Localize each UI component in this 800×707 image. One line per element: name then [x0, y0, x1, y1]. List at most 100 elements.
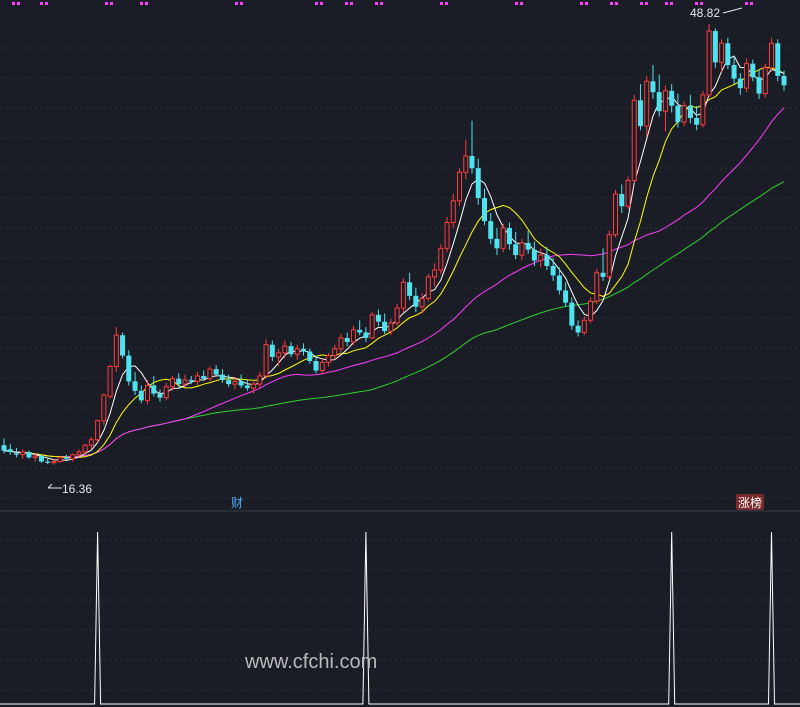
ma30-line — [3, 107, 785, 458]
candle — [444, 217, 450, 253]
candle — [588, 297, 594, 323]
candle — [20, 449, 26, 459]
candle-body — [606, 234, 612, 278]
marker-dot — [235, 2, 238, 5]
candle — [363, 327, 369, 343]
candle-body — [719, 42, 725, 63]
candle — [606, 230, 612, 280]
candle — [619, 184, 625, 214]
candle — [357, 320, 363, 336]
candle-body — [201, 375, 207, 379]
candle — [319, 358, 325, 375]
candle-body — [107, 365, 113, 397]
candle — [57, 456, 63, 463]
candle — [725, 37, 731, 70]
candle-body — [425, 276, 431, 300]
candle-body — [76, 451, 82, 456]
candle — [781, 70, 787, 91]
ma10-line — [3, 66, 785, 459]
candle-body — [182, 379, 188, 385]
event-marker-top-list[interactable]: 涨榜 — [736, 494, 764, 510]
candle-body — [613, 193, 619, 236]
candle — [101, 393, 107, 425]
candle-body — [188, 380, 194, 382]
low-annotation: 16.36 — [47, 482, 92, 496]
candle-body — [307, 351, 313, 362]
candle — [194, 371, 200, 386]
candle-body — [725, 43, 731, 66]
candle — [263, 339, 269, 379]
candle-body — [338, 337, 344, 350]
marker-dot — [615, 2, 618, 5]
candle — [457, 168, 463, 207]
candle-body — [244, 385, 250, 389]
candle — [238, 374, 244, 389]
candle — [625, 176, 631, 209]
candle-body — [163, 386, 169, 399]
candle-body — [750, 63, 756, 78]
marker-dot — [520, 2, 523, 5]
candle — [26, 450, 32, 459]
candle-body — [51, 460, 57, 464]
candle-body — [70, 454, 76, 460]
marker-dot — [350, 2, 353, 5]
candle — [325, 352, 331, 367]
candle — [594, 268, 600, 304]
candle-body — [706, 30, 712, 96]
candle-body — [251, 383, 257, 389]
candle-body — [350, 329, 356, 343]
candle-body — [82, 444, 88, 453]
candle-body — [469, 155, 475, 169]
candle — [288, 342, 294, 357]
event-marker-finance[interactable]: 财 — [231, 496, 243, 510]
candle-body — [444, 222, 450, 249]
candle — [469, 120, 475, 174]
candle-body — [32, 455, 38, 458]
candle — [719, 39, 725, 72]
high-annotation: 48.82 — [690, 6, 743, 20]
candle-body — [550, 265, 556, 276]
candle-body — [288, 346, 294, 355]
candle — [631, 94, 637, 184]
marker-dot — [105, 2, 108, 5]
candle-body — [95, 420, 101, 441]
marker-dot — [40, 2, 43, 5]
candle-body — [88, 439, 94, 446]
candle-body — [325, 355, 331, 363]
candle-body — [531, 249, 537, 261]
candle-body — [269, 344, 275, 357]
marker-dot — [585, 2, 588, 5]
candle — [313, 355, 319, 374]
candle — [282, 340, 288, 359]
candle — [95, 419, 101, 443]
candle-body — [219, 374, 225, 381]
event-marker-finance-label: 财 — [231, 496, 243, 510]
candle-body — [45, 461, 51, 463]
candle-body — [63, 457, 69, 459]
candle-body — [382, 321, 388, 332]
candle-body — [731, 65, 737, 79]
candle-body — [694, 117, 700, 125]
candle-body — [500, 227, 506, 249]
candle-body — [619, 194, 625, 207]
candle — [550, 257, 556, 281]
candle-body — [675, 105, 681, 123]
candle — [375, 309, 381, 326]
candle — [407, 272, 413, 300]
candle-body — [1, 445, 7, 451]
candle-body — [650, 81, 656, 93]
candle-body — [357, 329, 363, 333]
candle — [769, 37, 775, 72]
candle-body — [737, 78, 743, 89]
high-label: 48.82 — [690, 6, 720, 20]
candle-body — [781, 75, 787, 86]
candle-body — [494, 238, 500, 249]
candle-body — [569, 302, 575, 326]
candle-body — [594, 272, 600, 302]
marker-dot — [375, 2, 378, 5]
candle-body — [126, 355, 132, 382]
candle-body — [319, 361, 325, 372]
candle-body — [519, 242, 525, 256]
candle-body — [544, 255, 550, 266]
candle — [613, 189, 619, 238]
